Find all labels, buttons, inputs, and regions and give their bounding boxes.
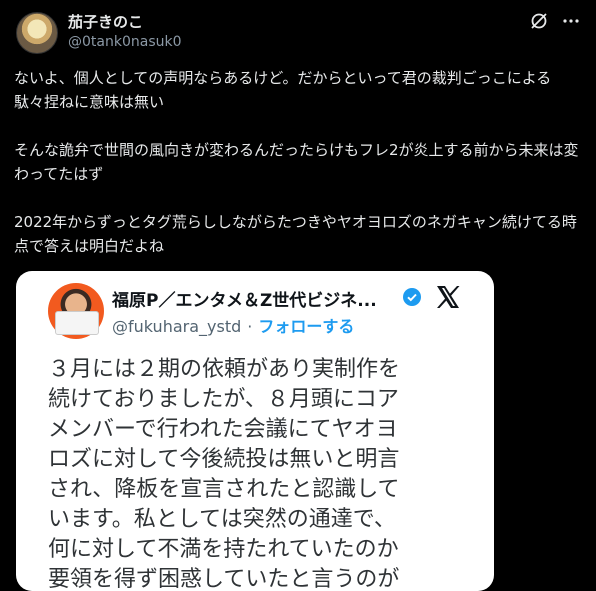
author-names: 茄子きのこ @0tank0nasuk0 [68, 12, 182, 52]
header-actions [530, 12, 580, 30]
handle[interactable]: @0tank0nasuk0 [68, 32, 182, 52]
display-name[interactable]: 茄子きのこ [68, 12, 182, 32]
verified-badge-icon [402, 287, 422, 311]
tweet-text: ないよ、個人としての声明ならあるけど。だからといって君の裁判ごっこによる駄々捏ね… [14, 66, 580, 258]
quoted-handle: @fukuhara_ystd [112, 317, 242, 336]
quoted-avatar [48, 283, 104, 339]
grok-icon[interactable] [530, 12, 548, 30]
quoted-name: 福原P／エンタメ＆Z世代ビジネ... [112, 291, 377, 311]
quoted-tweet-image[interactable]: 福原P／エンタメ＆Z世代ビジネ... @fukuhara_ystd · フォローする… [16, 271, 494, 591]
tweet-header: 茄子きのこ @0tank0nasuk0 [14, 10, 582, 54]
quoted-subline: @fukuhara_ystd · フォローする [112, 313, 354, 337]
quoted-body: ３月には２期の依頼があり実制作を 続けておりましたが、８月頭にコア メンバーで行… [48, 357, 401, 591]
tweet-paragraph-1: ないよ、個人としての声明ならあるけど。だからといって君の裁判ごっこによる駄々捏ね… [14, 69, 552, 111]
tweet-paragraph-2: そんな詭弁で世間の風向きが変わるんだったらけもフレ2が炎上する前から未来は変わっ… [14, 141, 579, 183]
more-icon[interactable] [562, 12, 580, 30]
tweet-paragraph-3: 2022年からずっとタグ荒らししながらたつきやヤオヨロズのネガキャン続けてる時点… [14, 213, 577, 255]
x-logo-icon [434, 283, 462, 315]
quoted-separator: · [247, 317, 253, 336]
follow-button[interactable]: フォローする [258, 317, 354, 336]
avatar[interactable] [16, 12, 58, 54]
